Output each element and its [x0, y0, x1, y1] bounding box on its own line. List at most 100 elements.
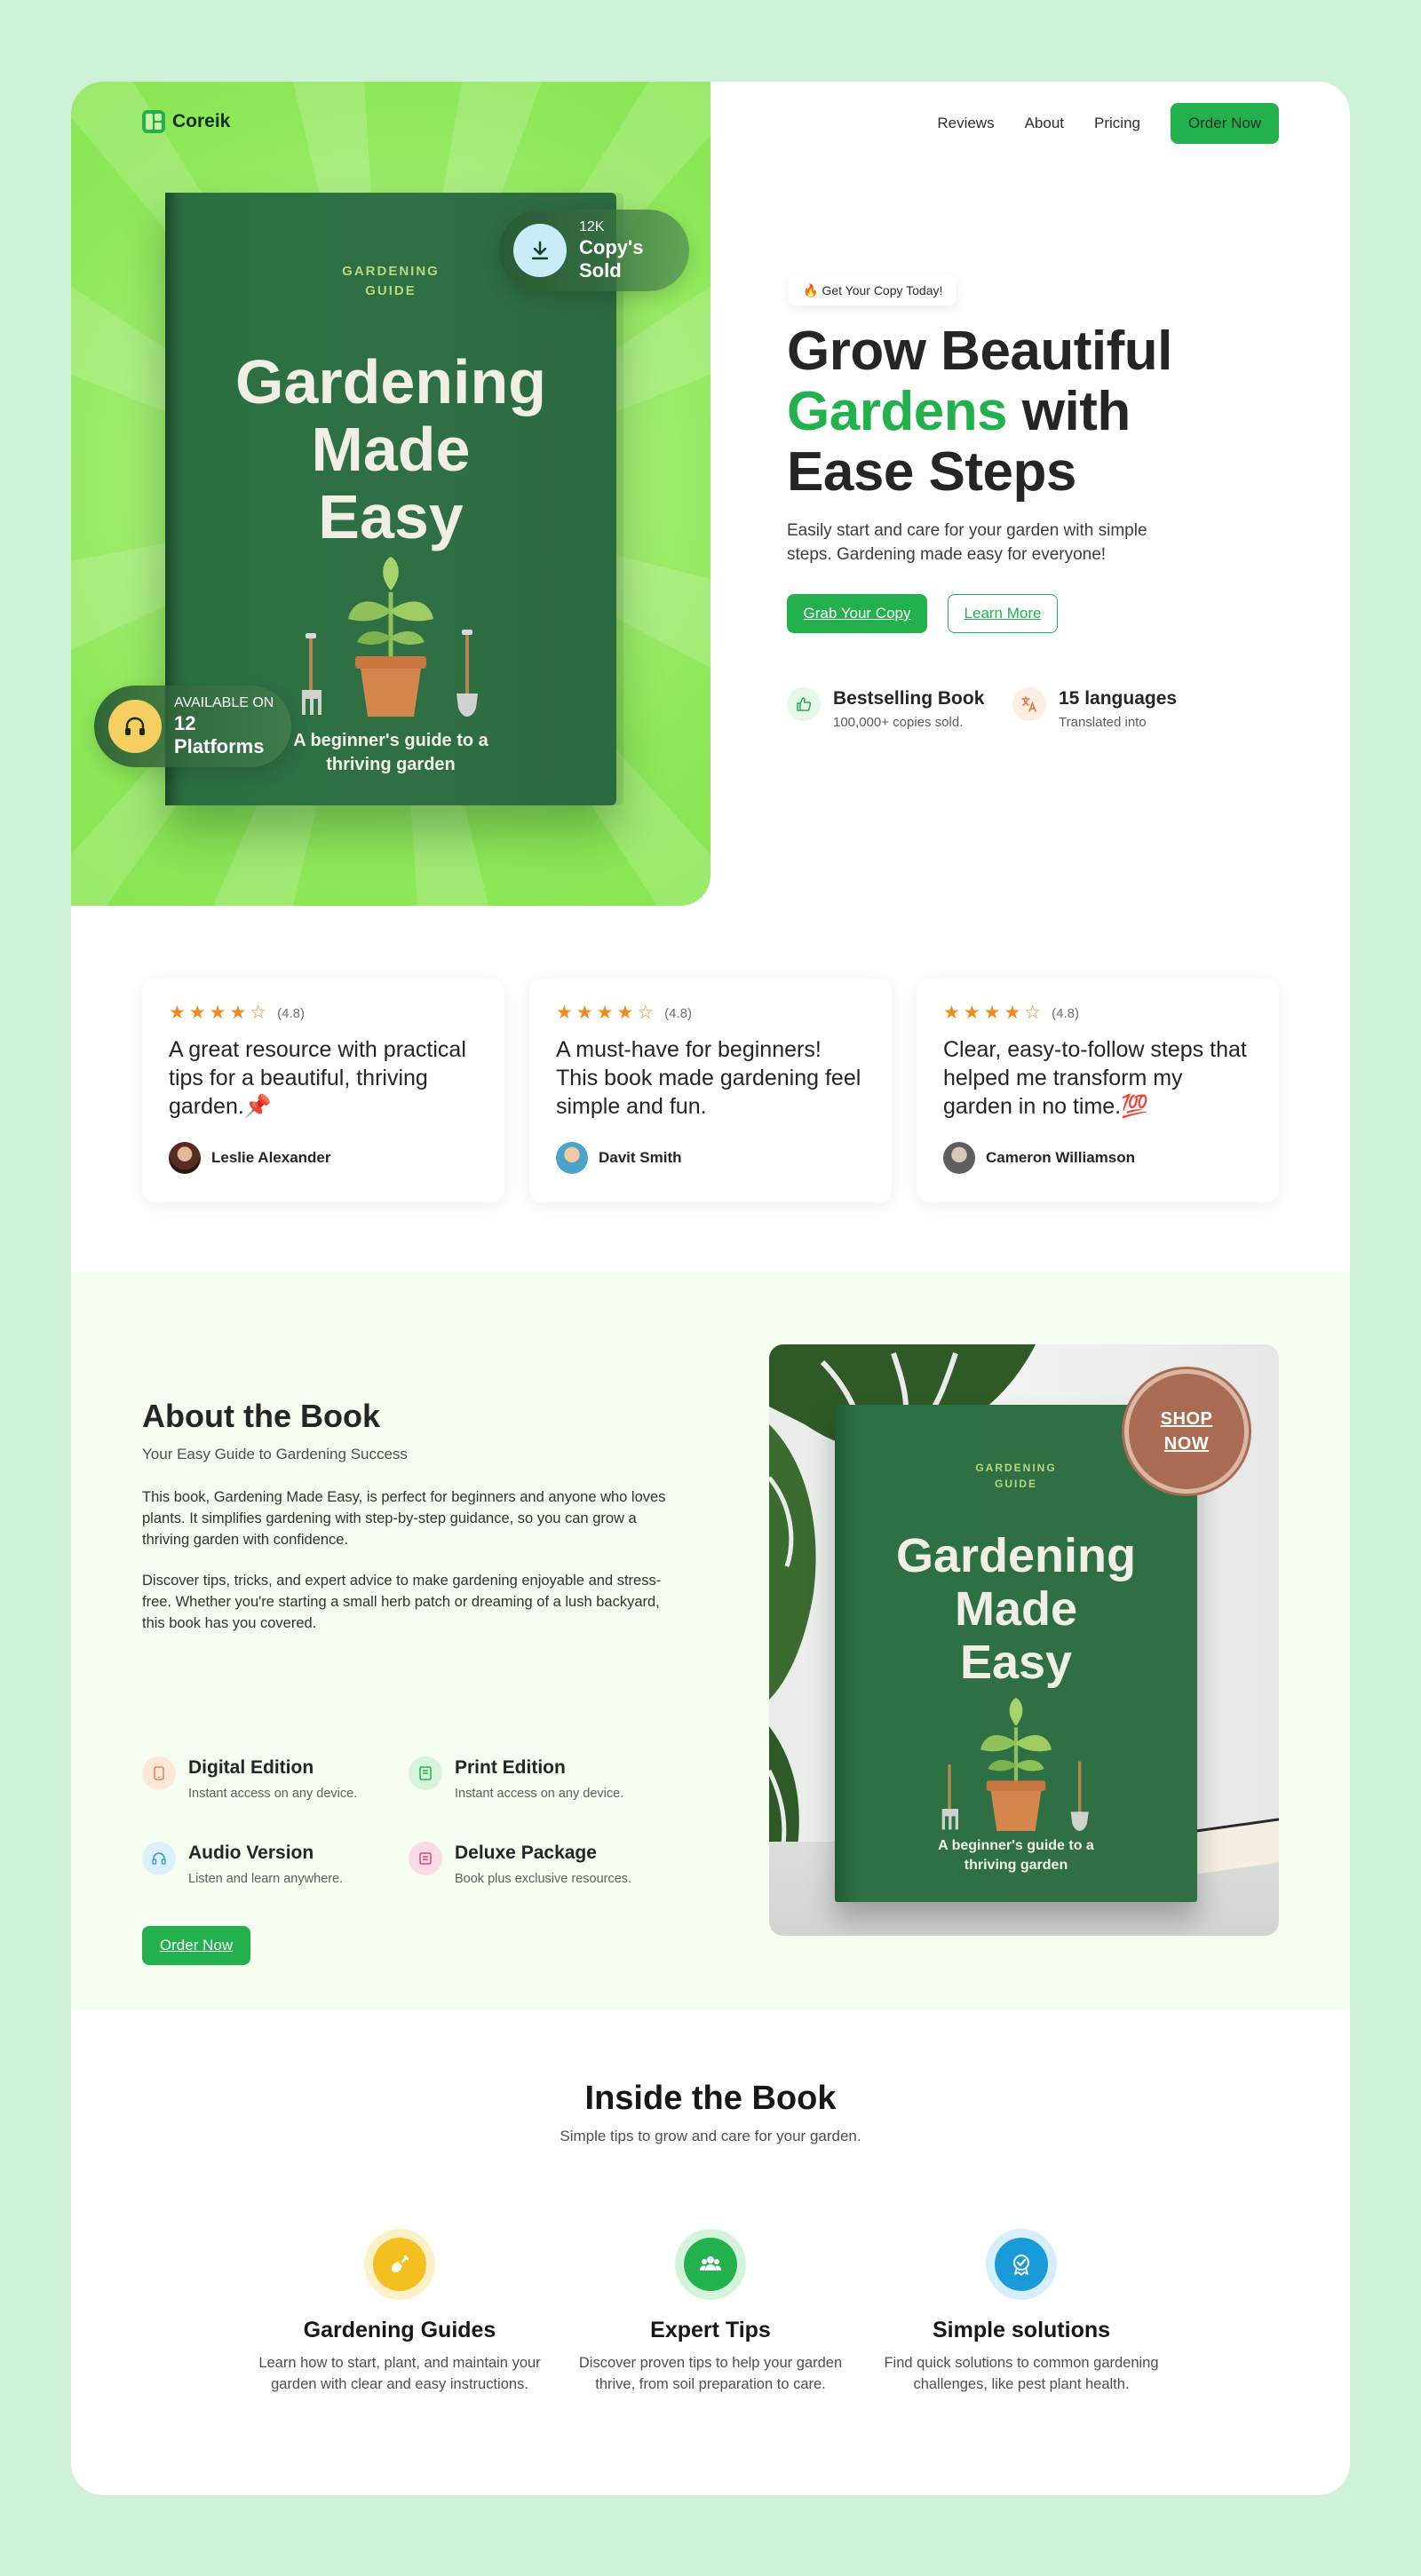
badge-text: Get Your Copy Today! — [822, 283, 943, 297]
icon-ring — [986, 2229, 1057, 2300]
star-icon: ★ — [963, 1003, 980, 1023]
book-title-line3: Easy — [318, 482, 464, 551]
hero-heading-line2: with — [1007, 381, 1131, 442]
brand-name: Coreik — [172, 111, 231, 131]
platforms-pill: AVAILABLE ON 12 Platforms — [94, 686, 291, 767]
review-quote: Clear, easy-to-follow steps that helped … — [943, 1035, 1252, 1124]
star-outline-icon: ☆ — [1024, 1003, 1042, 1023]
about-section: About the Book Your Easy Guide to Garden… — [71, 1273, 1350, 2009]
avatar — [169, 1142, 201, 1174]
star-icon: ★ — [229, 1003, 247, 1023]
book-cover-photo: GARDENING GUIDE Gardening Made Easy A be… — [835, 1405, 1197, 1902]
star-icon: ★ — [209, 1003, 226, 1023]
star-icon: ★ — [576, 1003, 593, 1023]
star-icon: ★ — [596, 1003, 614, 1023]
avatar — [556, 1142, 588, 1174]
book-subtitle-line2: thriving garden — [964, 1858, 1068, 1873]
tablet-icon — [142, 1756, 176, 1790]
shop-now-line2: NOW — [1163, 1434, 1210, 1454]
star-rating: ★ ★ ★ ★ ☆ (4.8) — [169, 1003, 478, 1023]
hero-heading-accent: Gardens — [787, 381, 1008, 442]
pin-icon: 📌 — [243, 1094, 272, 1119]
inside-title: Inside the Book — [584, 2080, 837, 2117]
star-rating: ★ ★ ★ ★ ☆ (4.8) — [556, 1003, 865, 1023]
icon-ring — [675, 2229, 746, 2300]
hero-heading: Grow Beautiful Gardens with Ease Steps — [787, 321, 1284, 503]
rating-value: (4.8) — [277, 1005, 305, 1021]
star-icon: ★ — [556, 1003, 573, 1023]
book-title-line3: Easy — [959, 1636, 1073, 1689]
hero-description: Easily start and care for your garden wi… — [787, 521, 1147, 564]
translate-icon — [1012, 687, 1046, 721]
about-paragraph-1: This book, Gardening Made Easy, is perfe… — [142, 1489, 666, 1548]
thumbs-up-icon — [787, 687, 821, 721]
book-kicker-line2: GUIDE — [994, 1478, 1037, 1490]
star-icon: ★ — [983, 1003, 1001, 1023]
potted-plant-icon — [302, 557, 478, 717]
nav-order-now-button[interactable]: Order Now — [1171, 103, 1279, 144]
shovel-icon — [373, 2238, 426, 2291]
hero-heading-line1: Grow Beautiful — [787, 321, 1172, 382]
about-order-now-button[interactable]: Order Now — [142, 1926, 250, 1965]
headphones-icon — [108, 700, 162, 753]
inside-card-guides: Gardening Guides Learn how to start, pla… — [249, 2229, 551, 2395]
platforms-small: AVAILABLE ON — [174, 695, 274, 710]
feature-audio: Audio Version Listen and learn anywhere. — [142, 1842, 343, 1886]
feature-title: Audio Version — [188, 1843, 314, 1863]
book-title: Gardening Made Easy — [835, 1529, 1197, 1689]
star-outline-icon: ☆ — [250, 1003, 267, 1023]
nav-about[interactable]: About — [1025, 115, 1064, 132]
potted-plant-icon — [941, 1698, 1089, 1831]
star-icon: ★ — [169, 1003, 186, 1023]
book-icon — [409, 1756, 442, 1790]
inside-card-solutions: Simple solutions Find quick solutions to… — [870, 2229, 1172, 2395]
brand-logo[interactable]: Coreik — [142, 110, 230, 133]
top-nav: Reviews About Pricing Order Now — [937, 103, 1279, 144]
book-title-line1: Gardening — [234, 347, 547, 416]
copies-sold-label: Copy's Sold — [579, 236, 644, 281]
badge-check-icon — [995, 2238, 1048, 2291]
inside-card-desc: Find quick solutions to common gardening… — [884, 2355, 1159, 2392]
book-subtitle: A beginner's guide to a thriving garden — [835, 1836, 1197, 1875]
hundred-icon: 💯 — [1121, 1094, 1149, 1119]
grab-copy-button[interactable]: Grab Your Copy — [787, 594, 927, 633]
star-icon: ★ — [616, 1003, 634, 1023]
inside-card-desc: Discover proven tips to help your garden… — [578, 2355, 843, 2392]
inside-card-title: Simple solutions — [932, 2318, 1111, 2342]
feature-desc: Book plus exclusive resources. — [455, 1872, 632, 1886]
author-name: Davit Smith — [599, 1149, 682, 1166]
copies-sold-pill: 12K Copy's Sold — [499, 210, 689, 291]
fire-icon: 🔥 — [803, 282, 819, 297]
book-title-line2: Made — [311, 415, 471, 484]
star-rating: ★ ★ ★ ★ ☆ (4.8) — [943, 1003, 1252, 1023]
feature-print: Print Edition Instant access on any devi… — [409, 1756, 623, 1801]
stat-languages-desc: Translated into — [1059, 715, 1147, 730]
inside-card-title: Gardening Guides — [303, 2318, 496, 2342]
review-quote-text: A must-have for beginners! This book mad… — [556, 1037, 861, 1119]
learn-more-button[interactable]: Learn More — [948, 594, 1058, 633]
book-subtitle-line1: A beginner's guide to a — [938, 1838, 1094, 1853]
book-title-line2: Made — [954, 1582, 1078, 1636]
inside-card-tips: Expert Tips Discover proven tips to help… — [560, 2229, 861, 2395]
feature-title: Deluxe Package — [455, 1843, 597, 1863]
shop-now-badge[interactable]: SHOP NOW — [1124, 1369, 1249, 1494]
review-card: ★ ★ ★ ★ ☆ (4.8) Clear, easy-to-follow st… — [917, 979, 1279, 1202]
stat-bestselling: Bestselling Book 100,000+ copies sold. — [787, 687, 984, 732]
author-name: Cameron Williamson — [986, 1149, 1135, 1166]
users-icon — [684, 2238, 737, 2291]
review-quote: A must-have for beginners! This book mad… — [556, 1035, 865, 1124]
feature-title: Digital Edition — [188, 1757, 314, 1778]
review-author: Leslie Alexander — [169, 1142, 478, 1174]
hero-heading-line3: Ease Steps — [787, 441, 1076, 503]
about-title: About the Book — [142, 1398, 380, 1434]
hero-visual: Coreik GARDENING GUIDE Gardening Made Ea… — [71, 82, 710, 906]
rating-value: (4.8) — [664, 1005, 692, 1021]
book-title-line1: Gardening — [895, 1529, 1137, 1582]
nav-pricing[interactable]: Pricing — [1094, 115, 1140, 132]
nav-reviews[interactable]: Reviews — [937, 115, 994, 132]
author-name: Leslie Alexander — [211, 1149, 331, 1166]
feature-title: Print Edition — [455, 1757, 566, 1778]
about-paragraph-2: Discover tips, tricks, and expert advice… — [142, 1573, 662, 1631]
review-card: ★ ★ ★ ★ ☆ (4.8) A great resource with pr… — [142, 979, 504, 1202]
book-title: Gardening Made Easy — [165, 348, 616, 551]
